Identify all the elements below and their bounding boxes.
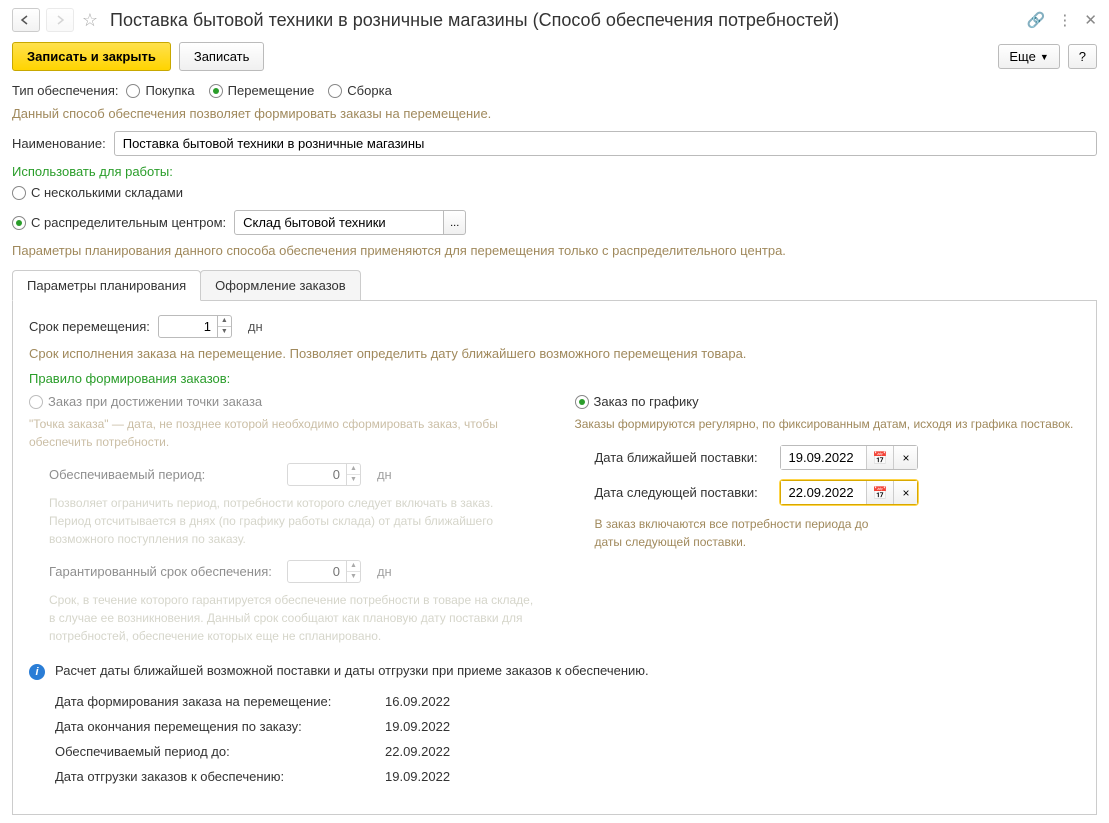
- type-hint: Данный способ обеспечения позволяет форм…: [12, 106, 1097, 121]
- following-delivery-clear[interactable]: ×: [893, 481, 917, 504]
- radio-transfer[interactable]: Перемещение: [209, 83, 315, 98]
- type-row: Тип обеспечения: Покупка Перемещение Сбо…: [12, 83, 1097, 98]
- radio-assembly[interactable]: Сборка: [328, 83, 392, 98]
- usage-distrib-row: С распределительным центром: ...: [12, 210, 1097, 235]
- rule-label: Правило формирования заказов:: [29, 371, 1080, 386]
- calc-row-2: Дата окончания перемещения по заказу: 19…: [29, 719, 1080, 734]
- usage-multi-row: С несколькими складами: [12, 185, 1097, 200]
- save-close-button[interactable]: Записать и закрыть: [12, 42, 171, 71]
- left-desc: "Точка заказа" — дата, не позднее которо…: [29, 415, 535, 451]
- link-icon[interactable]: 🔗: [1027, 11, 1046, 29]
- radio-rule-schedule[interactable]: Заказ по графику: [575, 394, 1081, 409]
- next-delivery-row: Дата ближайшей поставки: 📅 ×: [575, 445, 1081, 470]
- provided-spinner[interactable]: ▲▼: [347, 463, 361, 486]
- guarantee-hint: Срок, в течение которого гарантируется о…: [29, 591, 535, 645]
- tabs: Параметры планирования Оформление заказо…: [12, 270, 1097, 301]
- right-desc: Заказы формируются регулярно, по фиксиро…: [575, 415, 1081, 433]
- calc-row-4: Дата отгрузки заказов к обеспечению: 19.…: [29, 769, 1080, 784]
- guarantee-row: Гарантированный срок обеспечения: ▲▼ дн: [29, 560, 535, 583]
- move-term-hint: Срок исполнения заказа на перемещение. П…: [29, 346, 1080, 361]
- radio-rule-point[interactable]: Заказ при достижении точки заказа: [29, 394, 535, 409]
- calc-row-3: Обеспечиваемый период до: 22.09.2022: [29, 744, 1080, 759]
- left-column: Заказ при достижении точки заказа "Точка…: [29, 394, 535, 645]
- following-delivery-row: Дата следующей поставки: 📅 ×: [575, 480, 1081, 505]
- page-title: Поставка бытовой техники в розничные маг…: [110, 10, 1021, 31]
- radio-purchase[interactable]: Покупка: [126, 83, 194, 98]
- guarantee-spinner[interactable]: ▲▼: [347, 560, 361, 583]
- name-row: Наименование:: [12, 131, 1097, 156]
- guarantee-label: Гарантированный срок обеспечения:: [49, 564, 279, 579]
- provided-input[interactable]: [287, 463, 347, 486]
- info-text: Расчет даты ближайшей возможной поставки…: [55, 663, 649, 678]
- type-label: Тип обеспечения:: [12, 83, 118, 98]
- distrib-center-input[interactable]: [234, 210, 444, 235]
- kebab-icon[interactable]: ⋮: [1057, 11, 1072, 29]
- radio-multi-warehouses[interactable]: С несколькими складами: [12, 185, 183, 200]
- distrib-center-picker[interactable]: ...: [444, 210, 466, 235]
- name-label: Наименование:: [12, 136, 106, 151]
- following-delivery-input[interactable]: [781, 481, 866, 504]
- provided-label: Обеспечиваемый период:: [49, 467, 279, 482]
- next-delivery-clear[interactable]: ×: [893, 446, 917, 469]
- move-term-row: Срок перемещения: ▲▼ дн: [29, 315, 1080, 338]
- help-button[interactable]: ?: [1068, 44, 1097, 69]
- tab-orders[interactable]: Оформление заказов: [200, 270, 361, 300]
- tab-params[interactable]: Параметры планирования: [12, 270, 201, 301]
- right-column: Заказ по графику Заказы формируются регу…: [575, 394, 1081, 645]
- save-button[interactable]: Записать: [179, 42, 265, 71]
- toolbar: Записать и закрыть Записать Еще▼ ?: [12, 42, 1097, 71]
- radio-distrib-center[interactable]: С распределительным центром:: [12, 215, 226, 230]
- following-delivery-calendar[interactable]: 📅: [866, 481, 894, 504]
- back-button[interactable]: [12, 8, 40, 32]
- info-icon: i: [29, 664, 45, 680]
- next-delivery-label: Дата ближайшей поставки:: [595, 450, 780, 465]
- move-term-label: Срок перемещения:: [29, 319, 150, 334]
- following-delivery-label: Дата следующей поставки:: [595, 485, 780, 500]
- name-input[interactable]: [114, 131, 1097, 156]
- more-button[interactable]: Еще▼: [998, 44, 1059, 69]
- info-row: i Расчет даты ближайшей возможной постав…: [29, 663, 1080, 680]
- move-term-input[interactable]: [158, 315, 218, 338]
- usage-label: Использовать для работы:: [12, 164, 1097, 179]
- favorite-icon[interactable]: ☆: [80, 10, 100, 30]
- forward-button[interactable]: [46, 8, 74, 32]
- provided-hint: Позволяет ограничить период, потребности…: [29, 494, 535, 548]
- next-delivery-calendar[interactable]: 📅: [866, 446, 894, 469]
- days-unit: дн: [248, 319, 263, 334]
- calc-row-1: Дата формирования заказа на перемещение:…: [29, 694, 1080, 709]
- provided-period-row: Обеспечиваемый период: ▲▼ дн: [29, 463, 535, 486]
- close-icon[interactable]: ✕: [1084, 11, 1097, 29]
- guarantee-input[interactable]: [287, 560, 347, 583]
- usage-hint: Параметры планирования данного способа о…: [12, 243, 1097, 258]
- next-delivery-input[interactable]: [781, 446, 866, 469]
- move-term-spinner[interactable]: ▲▼: [218, 315, 232, 338]
- header: ☆ Поставка бытовой техники в розничные м…: [12, 8, 1097, 32]
- right-note: В заказ включаются все потребности перио…: [575, 515, 875, 551]
- tab-content: Срок перемещения: ▲▼ дн Срок исполнения …: [12, 301, 1097, 815]
